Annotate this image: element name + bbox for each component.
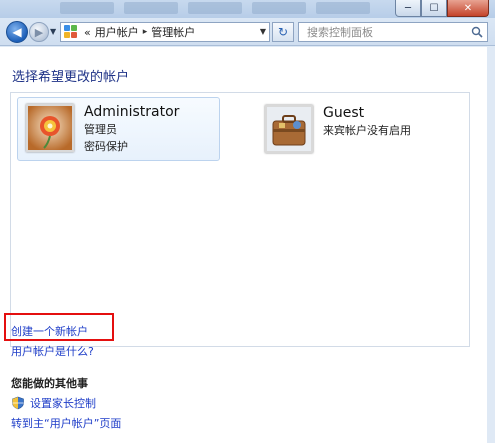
address-dropdown-icon[interactable]: ▼ <box>260 27 266 36</box>
account-tile-guest[interactable]: Guest 来宾帐户没有启用 <box>257 99 457 159</box>
account-tile-administrator[interactable]: Administrator 管理员 密码保护 <box>17 97 220 161</box>
breadcrumb-manage-accounts[interactable]: 管理帐户 <box>151 24 195 40</box>
blurred-tab <box>316 2 370 14</box>
account-status: 密码保护 <box>84 140 128 153</box>
window-controls: ─ ☐ ✕ <box>395 0 489 17</box>
create-account-link[interactable]: 创建一个新帐户 <box>11 323 88 339</box>
account-type: 管理员 <box>84 123 117 136</box>
other-tasks-heading: 您能做的其他事 <box>11 377 88 390</box>
suitcase-avatar-icon <box>265 105 313 153</box>
window-right-border <box>487 47 495 443</box>
goto-main-user-accounts-link[interactable]: 转到主“用户帐户”页面 <box>11 415 121 431</box>
back-button[interactable]: ◀ <box>6 21 28 43</box>
what-is-user-account-link[interactable]: 用户帐户是什么? <box>11 343 94 359</box>
forward-button[interactable]: ▶ <box>29 22 49 42</box>
blurred-tab <box>252 2 306 14</box>
control-panel-icon <box>64 25 80 39</box>
window-title-bar: ─ ☐ ✕ <box>0 0 495 18</box>
refresh-button[interactable]: ↻ <box>272 22 294 42</box>
account-name: Administrator <box>84 104 180 120</box>
breadcrumb-separator-icon[interactable]: ▸ <box>143 27 148 37</box>
content-pane: 选择希望更改的帐户 Administrator 管理员 密码保护 Guest 来… <box>0 47 495 443</box>
blurred-background-tabs <box>60 2 370 14</box>
search-icon[interactable] <box>471 26 483 38</box>
maximize-button[interactable]: ☐ <box>421 0 447 17</box>
breadcrumb-lead-icon[interactable]: « <box>84 26 91 39</box>
parental-controls-link[interactable]: 设置家长控制 <box>30 395 96 411</box>
account-name: Guest <box>323 105 365 121</box>
accounts-panel: Administrator 管理员 密码保护 Guest 来宾帐户没有启用 <box>10 92 470 347</box>
search-input[interactable]: 搜索控制面板 <box>298 22 488 42</box>
search-placeholder: 搜索控制面板 <box>307 26 373 39</box>
parental-controls-row[interactable]: 设置家长控制 <box>11 395 96 411</box>
blurred-tab <box>188 2 242 14</box>
minimize-button[interactable]: ─ <box>395 0 421 17</box>
blurred-tab <box>60 2 114 14</box>
address-bar[interactable]: « 用户帐户 ▸ 管理帐户 ▼ <box>60 22 270 42</box>
account-status: 来宾帐户没有启用 <box>323 124 411 137</box>
breadcrumb-user-accounts[interactable]: 用户帐户 <box>95 24 139 40</box>
shield-icon <box>12 396 24 410</box>
recent-pages-dropdown-icon[interactable]: ▼ <box>50 27 56 36</box>
close-button[interactable]: ✕ <box>447 0 489 17</box>
page-title: 选择希望更改的帐户 <box>12 70 130 85</box>
navigation-toolbar: ◀ ▶ ▼ « 用户帐户 ▸ 管理帐户 ▼ ↻ 搜索控制面板 <box>0 18 495 46</box>
blurred-tab <box>124 2 178 14</box>
flower-avatar-icon <box>26 104 74 152</box>
